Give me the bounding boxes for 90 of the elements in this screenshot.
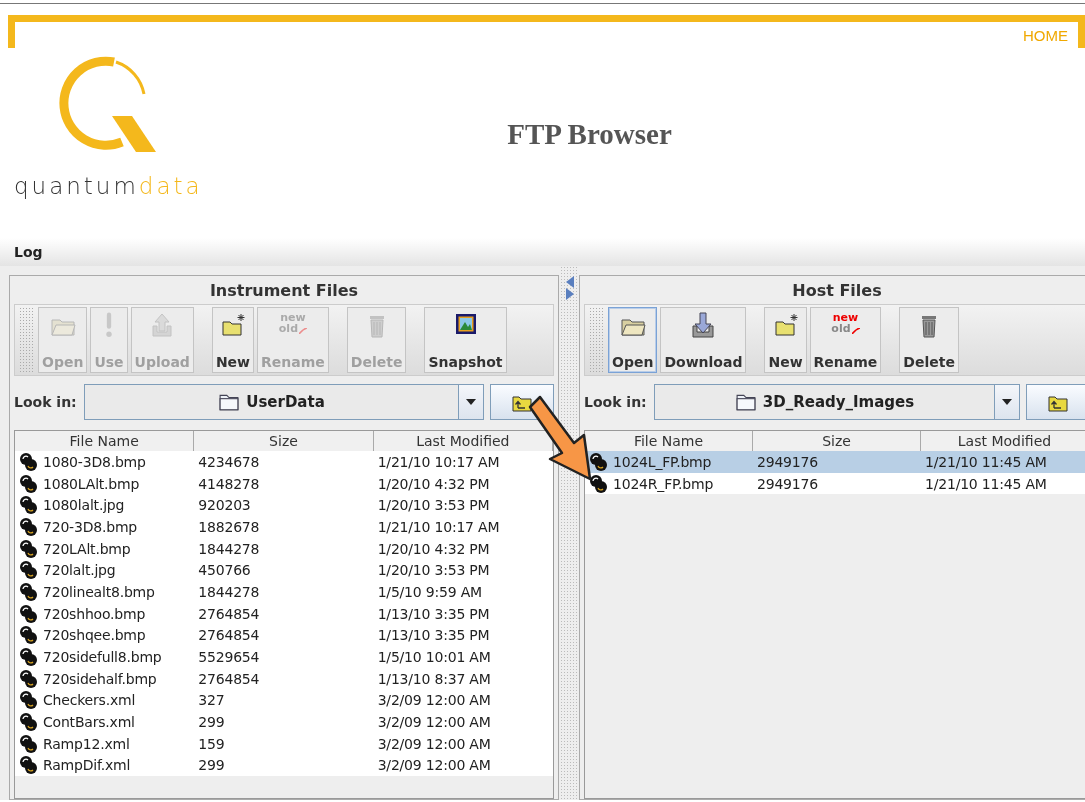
- table-row[interactable]: 720sidehalf.bmp 2764854 1/13/10 8:37 AM: [15, 667, 553, 690]
- look-in-label: Look in:: [584, 394, 648, 410]
- table-cell: 3/2/09 12:00 AM: [377, 692, 491, 709]
- table-cell: 720sidefull8.bmp: [43, 649, 162, 666]
- table-row[interactable]: 1080LAlt.bmp 4148278 1/20/10 4:32 PM: [15, 472, 553, 495]
- folder-icon: [218, 392, 241, 412]
- table-cell: 1080lalt.jpg: [43, 497, 125, 514]
- table-cell: 159: [198, 735, 225, 752]
- selected-row[interactable]: 1024L_FP.bmp 2949176 1/21/10 11:45 AM: [585, 451, 1085, 473]
- table-cell: Checkers.xml: [43, 692, 136, 709]
- folder-icon: [734, 392, 757, 412]
- toolbar-button[interactable]: New: [211, 307, 255, 373]
- table-cell: 1080-3D8.bmp: [43, 453, 146, 470]
- table-cell: 720shhoo.bmp: [43, 605, 146, 622]
- table-cell: 720linealt8.bmp: [43, 583, 155, 600]
- table-cell: 1844278: [198, 583, 260, 600]
- table-cell: 1/21/10 11:45 AM: [925, 453, 1047, 470]
- toolbar-button[interactable]: Open: [608, 307, 658, 373]
- table-cell: 299: [198, 714, 225, 731]
- table-row[interactable]: 720LAlt.bmp 1844278 1/20/10 4:32 PM: [15, 537, 553, 560]
- look-in-label: Look in:: [14, 394, 78, 410]
- table-row[interactable]: 1080-3D8.bmp 4234678 1/21/10 10:17 AM: [15, 451, 553, 473]
- table-cell: 3/2/09 12:00 AM: [377, 714, 491, 731]
- table-cell: 1/20/10 3:53 PM: [377, 562, 490, 579]
- toolbar-button[interactable]: Snapshot: [424, 307, 507, 373]
- table-cell: 2764854: [198, 670, 260, 687]
- table-cell: 720LAlt.bmp: [43, 540, 131, 557]
- table-cell: Ramp12.xml: [43, 735, 130, 752]
- table-cell: 2949176: [757, 475, 818, 492]
- table-cell: 2949176: [757, 453, 818, 470]
- toolbar-button[interactable]: Delete: [899, 307, 959, 373]
- table-cell: 3/2/09 12:00 AM: [377, 757, 491, 774]
- table-cell: 920203: [198, 497, 251, 514]
- table-cell: 299: [198, 757, 225, 774]
- table-row[interactable]: ContBars.xml 299 3/2/09 12:00 AM: [15, 711, 553, 733]
- table-cell: 1/13/10 8:37 AM: [377, 670, 491, 687]
- table-cell: 1024R_FP.bmp: [613, 475, 714, 492]
- table-cell: 4148278: [198, 475, 260, 492]
- table-cell: 1882678: [198, 518, 260, 535]
- table-cell: 327: [198, 692, 225, 709]
- toolbar-button[interactable]: New: [764, 307, 807, 373]
- table-row[interactable]: 720shhoo.bmp 2764854 1/13/10 3:35 PM: [15, 602, 553, 625]
- table-cell: 1844278: [198, 540, 260, 557]
- table-row[interactable]: 720-3D8.bmp 1882678 1/21/10 10:17 AM: [15, 516, 553, 538]
- table-row[interactable]: 1080lalt.jpg 920203 1/20/10 3:53 PM: [15, 494, 553, 517]
- panel-title: Instrument Files: [208, 280, 360, 302]
- log-label: Log: [14, 244, 43, 260]
- table-cell: 1/13/10 3:35 PM: [377, 627, 490, 644]
- table-cell: 1/20/10 3:53 PM: [377, 497, 490, 514]
- table-row[interactable]: Checkers.xml 327 3/2/09 12:00 AM: [15, 689, 553, 712]
- exclamation-icon: [106, 312, 112, 338]
- table-row[interactable]: Ramp12.xml 159 3/2/09 12:00 AM: [15, 732, 553, 755]
- table-cell: 720shqee.bmp: [43, 627, 146, 644]
- table-cell: 1024L_FP.bmp: [613, 453, 712, 470]
- table-cell: 1080LAlt.bmp: [43, 475, 140, 492]
- table-cell: 1/5/10 9:59 AM: [377, 583, 482, 600]
- table-cell: 1/21/10 10:17 AM: [377, 518, 500, 535]
- table-cell: ContBars.xml: [43, 714, 135, 731]
- page-title: FTP Browser: [506, 117, 673, 152]
- table-cell: 450766: [198, 562, 251, 579]
- table-cell: 720lalt.jpg: [43, 562, 116, 579]
- panel-title: Host Files: [791, 280, 883, 302]
- file-icon: [587, 451, 609, 472]
- table-cell: RampDif.xml: [43, 757, 131, 774]
- table-row[interactable]: 720shqee.bmp 2764854 1/13/10 3:35 PM: [15, 624, 553, 647]
- table-cell: 2764854: [198, 627, 260, 644]
- table-cell: 2764854: [198, 605, 260, 622]
- collapse-left-icon[interactable]: [564, 276, 575, 288]
- collapse-right-icon[interactable]: [564, 288, 575, 300]
- logo-wordmark: quantum data: [14, 173, 204, 199]
- table-cell: 720sidehalf.bmp: [43, 670, 157, 687]
- table-row[interactable]: RampDif.xml 299 3/2/09 12:00 AM: [15, 754, 553, 777]
- toolbar-button[interactable]: new old Rename: [809, 307, 882, 373]
- look-in-dropdown[interactable]: 3D_Ready_Images: [654, 384, 1020, 420]
- table-row[interactable]: 720sidefull8.bmp 5529654 1/5/10 10:01 AM: [15, 646, 553, 668]
- table-cell: 1/21/10 11:45 AM: [925, 475, 1047, 492]
- table-row[interactable]: 1024R_FP.bmp 2949176 1/21/10 11:45 AM: [585, 472, 1085, 495]
- table-cell: 1/21/10 10:17 AM: [377, 453, 500, 470]
- table-cell: 1/5/10 10:01 AM: [377, 649, 491, 666]
- table-row[interactable]: 720lalt.jpg 450766 1/20/10 3:53 PM: [15, 559, 553, 582]
- look-in-dropdown[interactable]: UserData: [84, 384, 484, 420]
- table-row[interactable]: 720linealt8.bmp 1844278 1/5/10 9:59 AM: [15, 581, 553, 603]
- table-cell: 4234678: [198, 453, 260, 470]
- toolbar-button[interactable]: Download: [660, 307, 747, 373]
- table-cell: 1/20/10 4:32 PM: [377, 475, 490, 492]
- table-cell: 3/2/09 12:00 AM: [377, 735, 491, 752]
- table-cell: 1/13/10 3:35 PM: [377, 605, 490, 622]
- table-cell: 720-3D8.bmp: [43, 518, 138, 535]
- table-cell: 5529654: [198, 649, 260, 666]
- table-cell: 1/20/10 4:32 PM: [377, 540, 490, 557]
